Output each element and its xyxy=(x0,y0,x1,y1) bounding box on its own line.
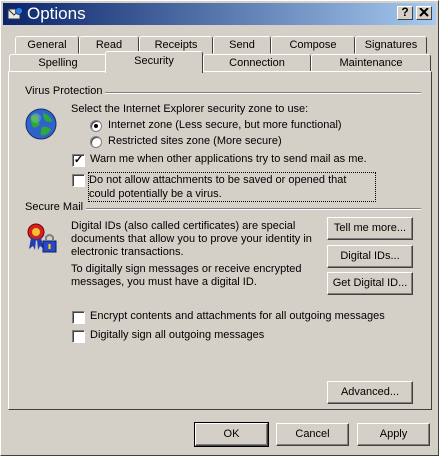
virus-protection-title: Virus Protection xyxy=(25,85,106,97)
internet-zone-label[interactable]: Internet zone (Less secure, but more fun… xyxy=(108,119,342,131)
sign-outgoing-label[interactable]: Digitally sign all outgoing messages xyxy=(90,329,264,341)
tab-security[interactable]: Security xyxy=(105,51,203,73)
radio-selected-dot xyxy=(94,124,98,128)
secure-mail-title: Secure Mail xyxy=(25,201,87,213)
globe-icon xyxy=(25,108,57,140)
advanced-button[interactable]: Advanced... xyxy=(327,381,413,404)
digital-ids-button[interactable]: Digital IDs... xyxy=(327,245,413,268)
tab-connection[interactable]: Connection xyxy=(203,54,311,72)
digital-id-description: Digital IDs (also called certificates) a… xyxy=(71,220,312,258)
tab-compose[interactable]: Compose xyxy=(271,36,355,54)
options-window: Options ? General Read Receipts Send Com… xyxy=(0,0,439,456)
close-button[interactable] xyxy=(416,6,432,20)
block-attachments-label[interactable]: Do not allow attachments to be saved or … xyxy=(88,172,376,202)
warn-send-mail-checkbox[interactable]: ✓ xyxy=(72,154,85,167)
tab-general[interactable]: General xyxy=(15,36,79,54)
zone-prompt: Select the Internet Explorer security zo… xyxy=(71,103,309,115)
restricted-zone-label[interactable]: Restricted sites zone (More secure) xyxy=(108,135,282,147)
warn-send-mail-label[interactable]: Warn me when other applications try to s… xyxy=(90,153,367,165)
internet-zone-radio[interactable] xyxy=(90,120,102,132)
encrypt-outgoing-checkbox[interactable] xyxy=(72,311,85,324)
certificate-lock-icon xyxy=(27,223,57,253)
title-bar[interactable]: Options ? xyxy=(3,3,436,25)
outlook-express-icon xyxy=(7,7,23,20)
close-icon xyxy=(419,7,429,17)
sign-outgoing-checkbox[interactable] xyxy=(72,330,85,343)
encrypt-outgoing-label[interactable]: Encrypt contents and attachments for all… xyxy=(90,310,385,322)
help-button[interactable]: ? xyxy=(397,6,413,20)
security-tab-panel: Virus Protection Select the Internet Exp… xyxy=(8,71,432,410)
tell-me-more-button[interactable]: Tell me more... xyxy=(327,217,413,240)
virus-separator xyxy=(101,92,421,94)
ok-button[interactable]: OK xyxy=(194,422,269,447)
tab-send[interactable]: Send xyxy=(213,36,271,54)
block-attachments-checkbox[interactable] xyxy=(72,174,85,187)
window-title: Options xyxy=(27,4,86,23)
cancel-button[interactable]: Cancel xyxy=(276,423,349,446)
get-digital-id-button[interactable]: Get Digital ID... xyxy=(327,272,413,295)
secure-mail-separator xyxy=(85,208,421,210)
apply-button[interactable]: Apply xyxy=(357,423,430,446)
tab-maintenance[interactable]: Maintenance xyxy=(311,54,431,72)
tab-signatures[interactable]: Signatures xyxy=(355,36,427,54)
tab-spelling[interactable]: Spelling xyxy=(9,54,107,72)
sign-encrypt-description: To digitally sign messages or receive en… xyxy=(71,263,302,288)
restricted-zone-radio[interactable] xyxy=(90,136,102,148)
